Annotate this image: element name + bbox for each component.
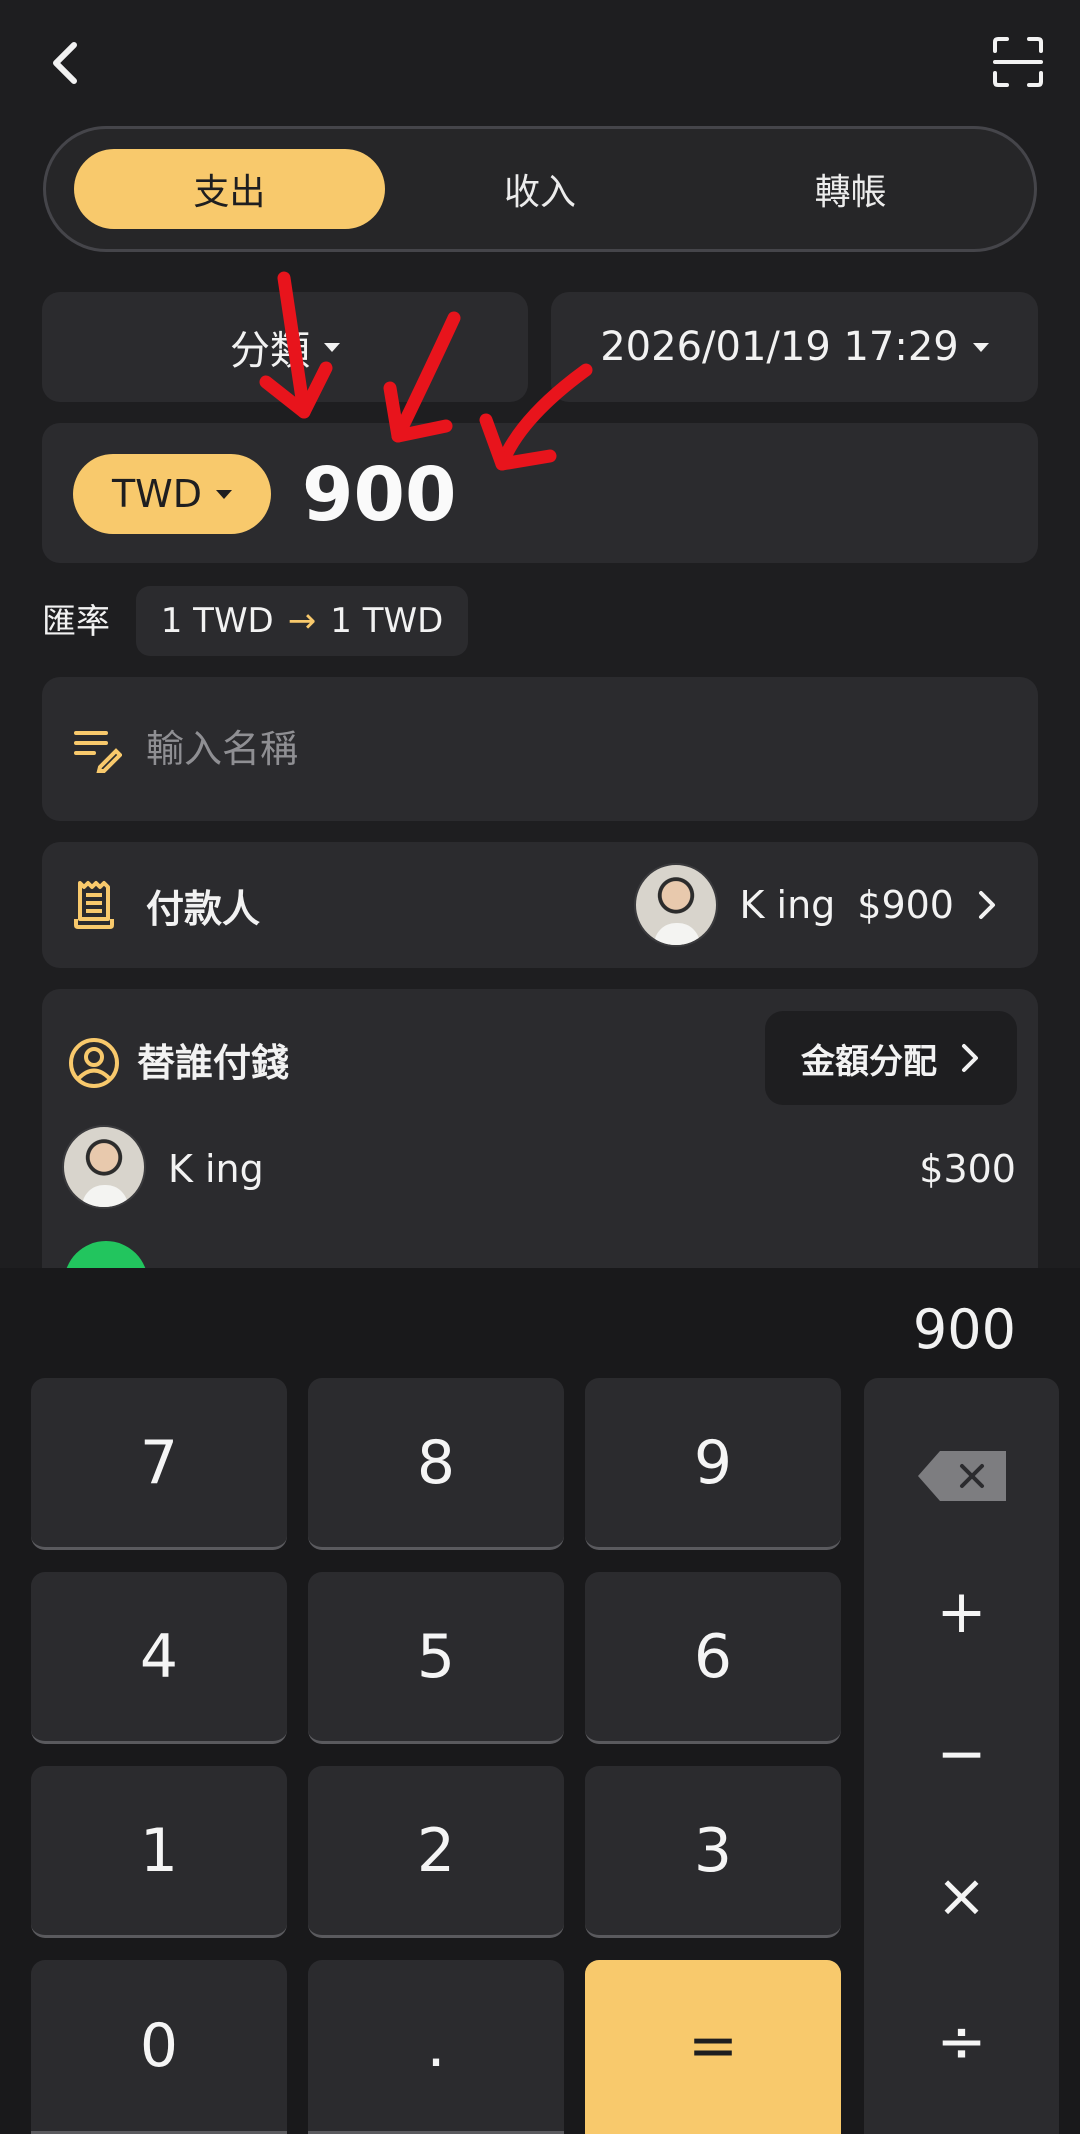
member-amount: $300 bbox=[919, 1147, 1016, 1191]
red-arrow-annotations bbox=[259, 271, 593, 471]
currency-selector[interactable]: TWD bbox=[73, 454, 271, 534]
member-name: K ing bbox=[168, 1147, 264, 1191]
payer-name: K ing bbox=[739, 883, 836, 927]
caret-down-icon bbox=[216, 489, 233, 499]
edit-note-icon bbox=[74, 731, 122, 773]
member-avatar bbox=[62, 1125, 146, 1209]
payer-amount: $900 bbox=[857, 883, 954, 927]
key-divide[interactable]: ÷ bbox=[864, 1982, 1059, 2102]
key-6[interactable]: 6 bbox=[585, 1572, 841, 1744]
currency-code: TWD bbox=[111, 472, 203, 516]
exchange-rate-label: 匯率 bbox=[42, 602, 110, 642]
key-0[interactable]: 0 bbox=[31, 1960, 287, 2134]
scan-button[interactable] bbox=[988, 30, 1048, 94]
tab-expense[interactable]: 支出 bbox=[74, 149, 385, 229]
arrow-right-icon: → bbox=[287, 601, 317, 641]
backspace-icon bbox=[917, 1451, 1006, 1501]
key-3[interactable]: 3 bbox=[585, 1766, 841, 1938]
back-button[interactable] bbox=[38, 28, 92, 98]
name-input[interactable] bbox=[146, 727, 946, 771]
chevron-left-icon bbox=[53, 42, 77, 84]
key-7[interactable]: 7 bbox=[31, 1378, 287, 1550]
tab-transfer[interactable]: 轉帳 bbox=[695, 149, 1006, 229]
receipt-icon bbox=[74, 881, 114, 929]
datetime-value: 2026/01/19 17:29 bbox=[600, 324, 959, 370]
backspace-button[interactable] bbox=[864, 1416, 1059, 1536]
key-9[interactable]: 9 bbox=[585, 1378, 841, 1550]
chevron-right-icon bbox=[962, 1044, 978, 1072]
key-1[interactable]: 1 bbox=[31, 1766, 287, 1938]
rate-from: 1 TWD bbox=[160, 601, 274, 641]
tab-income[interactable]: 收入 bbox=[385, 149, 696, 229]
key-plus[interactable]: + bbox=[864, 1552, 1059, 1672]
split-title: 替誰付錢 bbox=[137, 1041, 290, 1085]
transaction-type-tabs: 支出 收入 轉帳 bbox=[43, 126, 1037, 252]
payer-label: 付款人 bbox=[146, 886, 261, 931]
key-minus[interactable]: − bbox=[864, 1694, 1059, 1814]
name-field[interactable] bbox=[42, 677, 1038, 821]
key-8[interactable]: 8 bbox=[308, 1378, 564, 1550]
exchange-rate-button[interactable]: 1 TWD → 1 TWD bbox=[136, 586, 468, 656]
calculator-display: 900 bbox=[912, 1298, 1016, 1361]
datetime-selector[interactable]: 2026/01/19 17:29 bbox=[551, 292, 1038, 402]
allocation-label: 金額分配 bbox=[801, 1041, 937, 1082]
key-multiply[interactable]: × bbox=[864, 1836, 1059, 1956]
key-equals[interactable]: = bbox=[585, 1960, 841, 2134]
key-4[interactable]: 4 bbox=[31, 1572, 287, 1744]
chevron-right-icon bbox=[979, 891, 995, 919]
key-decimal[interactable]: . bbox=[308, 1960, 564, 2134]
rate-to: 1 TWD bbox=[330, 601, 444, 641]
amount-allocation-button[interactable]: 金額分配 bbox=[765, 1011, 1017, 1105]
key-5[interactable]: 5 bbox=[308, 1572, 564, 1744]
key-2[interactable]: 2 bbox=[308, 1766, 564, 1938]
caret-down-icon bbox=[972, 342, 989, 352]
payer-row[interactable]: 付款人 K ing $900 bbox=[42, 842, 1038, 968]
person-circle-icon bbox=[69, 1038, 119, 1088]
payer-avatar bbox=[633, 863, 718, 947]
scan-icon bbox=[993, 37, 1043, 87]
